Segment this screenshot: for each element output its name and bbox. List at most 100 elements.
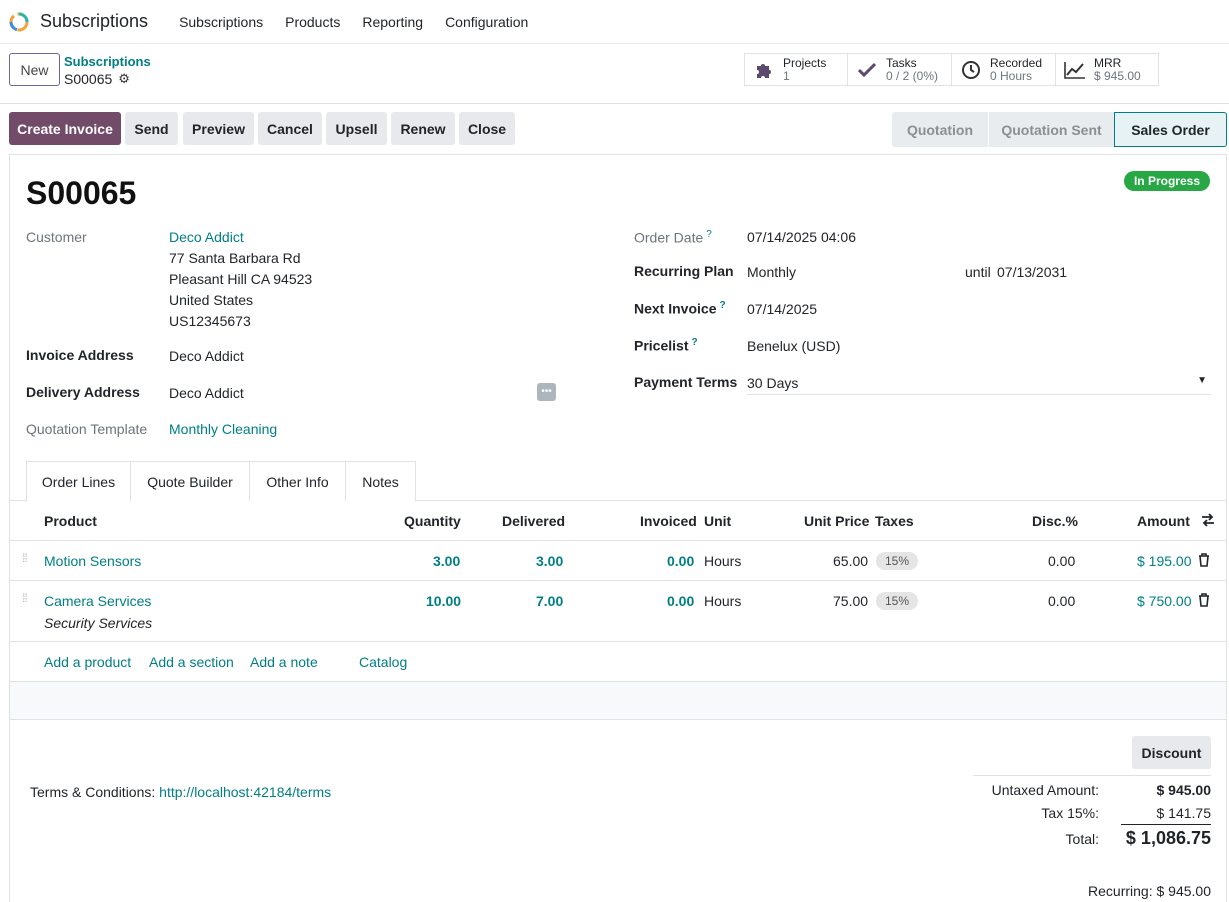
status-badge: In Progress [1123, 171, 1210, 191]
recorded-smart-button[interactable]: Recorded 0 Hours [951, 53, 1056, 86]
quotation-template-link[interactable]: Monthly Cleaning [169, 421, 277, 437]
table-row[interactable]: ⁞⁞ Motion Sensors 3.00 3.00 0.00 Hours 6… [10, 541, 1226, 581]
chevron-down-icon: ▼ [1197, 375, 1207, 386]
unit-price-cell[interactable]: 75.00 [833, 593, 868, 609]
col-taxes[interactable]: Taxes [875, 513, 914, 529]
next-invoice-label: Next Invoice? [634, 300, 726, 317]
menu-subscriptions[interactable]: Subscriptions [179, 14, 263, 30]
add-product-link[interactable]: Add a product [44, 654, 131, 670]
order-date-field[interactable]: 07/14/2025 04:06 [747, 229, 856, 245]
create-invoice-button[interactable]: Create Invoice [9, 112, 121, 145]
catalog-link[interactable]: Catalog [359, 654, 407, 670]
help-icon[interactable]: ? [719, 300, 725, 311]
discount-button[interactable]: Discount [1132, 736, 1211, 769]
stage-quotation-sent[interactable]: Quotation Sent [988, 112, 1114, 147]
trash-icon[interactable] [1198, 593, 1210, 610]
recurring-plan-field[interactable]: Monthly [747, 264, 796, 280]
col-unit[interactable]: Unit [704, 513, 731, 529]
col-delivered[interactable]: Delivered [502, 513, 565, 529]
delivered-cell[interactable]: 3.00 [536, 553, 563, 569]
add-section-link[interactable]: Add a section [149, 654, 234, 670]
help-icon[interactable]: ? [706, 229, 712, 240]
help-icon[interactable]: ? [691, 337, 697, 348]
payment-terms-select[interactable]: 30 Days ▼ [747, 371, 1211, 395]
unit-cell[interactable]: Hours [704, 553, 741, 569]
drag-handle-icon[interactable]: ⁞⁞ [22, 592, 32, 604]
next-invoice-field[interactable]: 07/14/2025 [747, 301, 817, 317]
quantity-cell[interactable]: 10.00 [426, 593, 461, 609]
col-unit-price[interactable]: Unit Price [804, 513, 869, 529]
breadcrumb-current-label: S00065 [64, 71, 113, 87]
preview-button[interactable]: Preview [183, 112, 254, 145]
menu-configuration[interactable]: Configuration [445, 14, 528, 30]
invoice-address-field[interactable]: Deco Addict [169, 348, 244, 364]
optional-columns-icon[interactable] [1200, 512, 1216, 531]
menu-products[interactable]: Products [285, 14, 340, 30]
payment-terms-label: Payment Terms [634, 374, 738, 390]
add-note-link[interactable]: Add a note [250, 654, 318, 670]
disc-cell[interactable]: 0.00 [1048, 553, 1075, 569]
notebook-tabs: Order Lines Quote Builder Other Info Not… [10, 461, 1226, 502]
unit-price-cell[interactable]: 65.00 [833, 553, 868, 569]
mrr-label: MRR [1094, 55, 1122, 70]
close-button[interactable]: Close [459, 112, 515, 145]
until-date-field[interactable]: 07/13/2031 [997, 264, 1067, 280]
tab-quote-builder[interactable]: Quote Builder [131, 461, 250, 501]
ellipsis-icon[interactable]: ••• [537, 383, 556, 401]
drag-handle-icon[interactable]: ⁞⁞ [22, 552, 32, 564]
col-invoiced[interactable]: Invoiced [640, 513, 697, 529]
total-divider [1121, 824, 1211, 825]
new-button[interactable]: New [9, 53, 60, 86]
product-name[interactable]: Motion Sensors [44, 553, 141, 569]
disc-cell[interactable]: 0.00 [1048, 593, 1075, 609]
total-label: Total: [1065, 831, 1099, 847]
totals-block: Untaxed Amount: $ 945.00 Tax 15%: $ 141.… [973, 775, 1211, 899]
stage-sales-order[interactable]: Sales Order [1114, 112, 1227, 147]
projects-label: Projects [783, 55, 827, 70]
menu-reporting[interactable]: Reporting [362, 14, 423, 30]
terms-link[interactable]: http://localhost:42184/terms [159, 784, 331, 800]
until-label: until [965, 264, 991, 280]
send-button[interactable]: Send [125, 112, 178, 145]
delivered-cell[interactable]: 7.00 [536, 593, 563, 609]
tax-value: $ 141.75 [1156, 805, 1212, 821]
gear-icon[interactable]: ⚙ [118, 71, 130, 87]
quantity-cell[interactable]: 3.00 [433, 553, 460, 569]
projects-smart-button[interactable]: Projects 1 [744, 53, 848, 86]
unit-cell[interactable]: Hours [704, 593, 741, 609]
col-product[interactable]: Product [44, 513, 97, 529]
order-date-label: Order Date? [634, 229, 712, 246]
puzzle-icon [753, 59, 775, 81]
tax-badge[interactable]: 15% [876, 592, 919, 610]
product-name[interactable]: Camera Services [44, 593, 151, 609]
subscriptions-app-icon[interactable] [8, 11, 30, 33]
col-quantity[interactable]: Quantity [404, 513, 461, 529]
tasks-smart-button[interactable]: Tasks 0 / 2 (0%) [847, 53, 952, 86]
trash-icon[interactable] [1198, 553, 1210, 570]
address-line-1: 77 Santa Barbara Rd [169, 250, 301, 266]
tab-order-lines[interactable]: Order Lines [26, 461, 131, 502]
stage-quotation[interactable]: Quotation [892, 112, 988, 147]
customer-link[interactable]: Deco Addict [169, 229, 244, 245]
pricelist-field[interactable]: Benelux (USD) [747, 338, 840, 354]
table-row[interactable]: ⁞⁞ Camera Services Security Services 10.… [10, 581, 1226, 642]
upsell-button[interactable]: Upsell [326, 112, 387, 145]
tab-notes[interactable]: Notes [346, 461, 416, 501]
col-amount[interactable]: Amount [1137, 513, 1190, 529]
col-disc[interactable]: Disc.% [1032, 513, 1078, 529]
recurring-value: $ 945.00 [1156, 883, 1212, 899]
breadcrumb-subscriptions[interactable]: Subscriptions [64, 54, 151, 69]
tax-badge[interactable]: 15% [876, 552, 919, 570]
delivery-address-field[interactable]: Deco Addict [169, 385, 244, 401]
tab-other-info[interactable]: Other Info [250, 461, 346, 501]
amount-cell: $ 750.00 [1137, 593, 1192, 609]
mrr-value: $ 945.00 [1094, 68, 1141, 83]
payment-terms-value: 30 Days [747, 375, 799, 391]
product-description: Security Services [44, 615, 153, 631]
mrr-smart-button[interactable]: MRR $ 945.00 [1055, 53, 1159, 86]
projects-value: 1 [783, 68, 790, 83]
terms-conditions: Terms & Conditions: http://localhost:421… [30, 784, 331, 800]
cancel-button[interactable]: Cancel [258, 112, 322, 145]
renew-button[interactable]: Renew [391, 112, 455, 145]
app-name[interactable]: Subscriptions [40, 11, 148, 32]
